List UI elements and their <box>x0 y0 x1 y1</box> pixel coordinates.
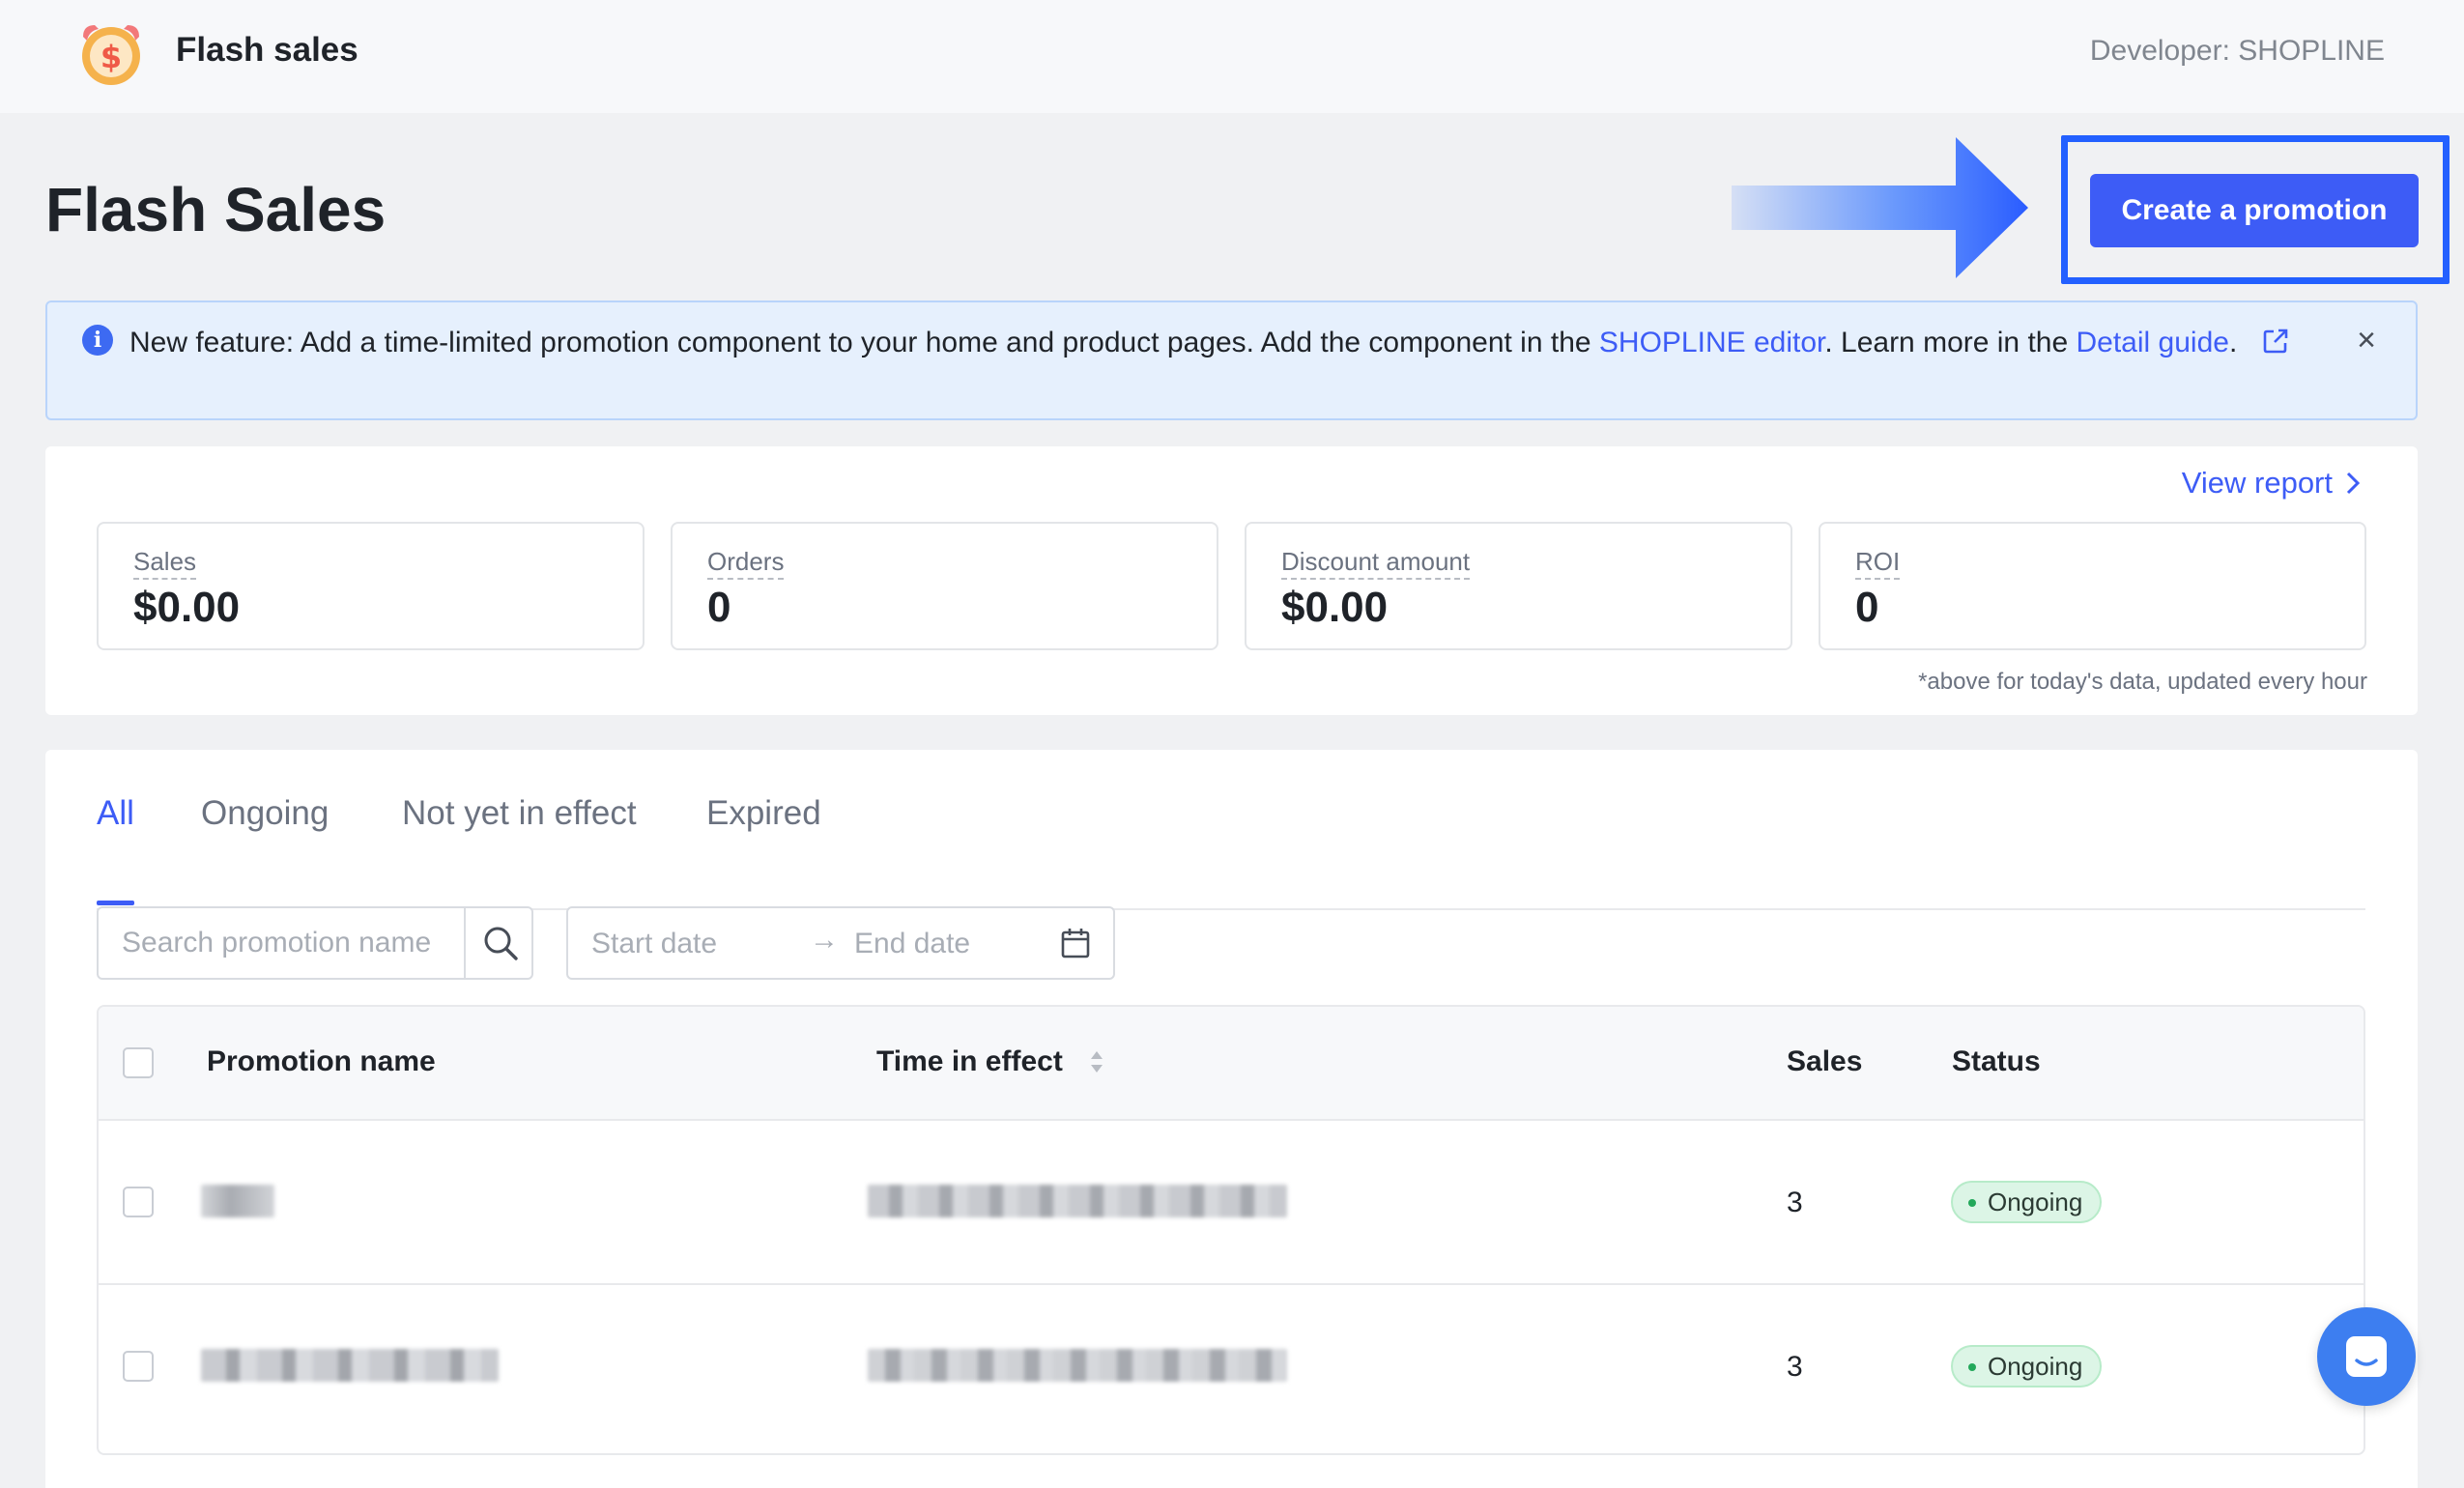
stat-value: $0.00 <box>1281 584 1389 631</box>
notice-text-part-2: . Learn more in the <box>1824 327 2077 358</box>
column-time-in-effect[interactable]: Time in effect <box>876 1045 1105 1078</box>
promotion-name-redacted <box>201 1349 499 1382</box>
chat-icon <box>2346 1336 2387 1377</box>
stat-discount-amount: Discount amount $0.00 <box>1245 522 1792 650</box>
tab-expired[interactable]: Expired <box>706 794 821 908</box>
top-bar: $ Flash sales Developer: SHOPLINE <box>0 0 2464 113</box>
sales-value: 3 <box>1787 1187 1803 1218</box>
column-promotion-name: Promotion name <box>207 1045 436 1077</box>
status-tabs: All Ongoing Not yet in effect Expired <box>97 794 2365 910</box>
stat-value: $0.00 <box>133 584 241 631</box>
tab-not-yet-in-effect[interactable]: Not yet in effect <box>402 794 637 908</box>
column-time-in-effect-label: Time in effect <box>876 1045 1063 1077</box>
stat-roi: ROI 0 <box>1819 522 2366 650</box>
search-input[interactable] <box>99 908 466 978</box>
tab-ongoing[interactable]: Ongoing <box>201 794 329 908</box>
stat-label: Orders <box>707 547 785 580</box>
select-all-checkbox[interactable] <box>123 1047 154 1078</box>
table-header: Promotion name Time in effect Sales Stat… <box>99 1007 2364 1121</box>
info-icon: i <box>82 325 113 356</box>
stat-label: Discount amount <box>1281 547 1471 580</box>
promotions-table: Promotion name Time in effect Sales Stat… <box>97 1005 2365 1455</box>
app-name: Flash sales <box>176 31 358 69</box>
alarm-clock-dollar-icon: $ <box>82 25 140 85</box>
developer-label: Developer: SHOPLINE <box>2089 35 2385 67</box>
stat-label: ROI <box>1855 547 1901 580</box>
promotion-name-redacted <box>201 1185 274 1217</box>
column-status: Status <box>1952 1045 2041 1077</box>
notice-text: New feature: Add a time-limited promotio… <box>129 322 2323 363</box>
close-icon[interactable]: × <box>2352 324 2381 357</box>
create-promotion-button[interactable]: Create a promotion <box>2090 174 2419 247</box>
search-button[interactable] <box>468 908 533 978</box>
row-checkbox[interactable] <box>123 1351 154 1382</box>
start-date-placeholder[interactable]: Start date <box>591 928 717 960</box>
feature-notice: i New feature: Add a time-limited promot… <box>45 300 2418 420</box>
table-row[interactable]: 3 Ongoing <box>99 1121 2364 1285</box>
view-report-link[interactable]: View report <box>2182 466 2360 501</box>
stats-card: View report Sales $0.00 Orders 0 Discoun… <box>45 446 2418 715</box>
shopline-editor-link[interactable]: SHOPLINE editor <box>1599 327 1824 358</box>
stat-sales: Sales $0.00 <box>97 522 645 650</box>
stat-orders: Orders 0 <box>671 522 1218 650</box>
search-icon <box>484 927 518 960</box>
chevron-right-icon <box>2346 472 2360 495</box>
row-checkbox[interactable] <box>123 1187 154 1217</box>
table-row[interactable]: 3 Ongoing <box>99 1285 2364 1449</box>
promotions-card: All Ongoing Not yet in effect Expired St… <box>45 750 2418 1488</box>
time-in-effect-redacted <box>868 1185 1287 1217</box>
detail-guide-link[interactable]: Detail guide <box>2077 327 2229 358</box>
page-title: Flash Sales <box>45 175 387 244</box>
chat-support-button[interactable] <box>2317 1307 2416 1406</box>
sort-icon[interactable] <box>1088 1048 1105 1075</box>
time-in-effect-redacted <box>868 1349 1287 1382</box>
search-box <box>97 906 533 980</box>
notice-text-part-1: New feature: Add a time-limited promotio… <box>129 327 1599 358</box>
tab-all[interactable]: All <box>97 794 134 908</box>
status-badge: Ongoing <box>1951 1345 2103 1388</box>
date-range-picker[interactable]: Start date → End date <box>566 906 1115 980</box>
calendar-icon[interactable] <box>1061 928 1090 959</box>
date-range-arrow-icon: → <box>810 924 839 956</box>
notice-text-part-3: . <box>2228 327 2238 358</box>
status-badge: Ongoing <box>1951 1181 2103 1223</box>
svg-text:$: $ <box>100 39 122 75</box>
external-link-icon[interactable] <box>2261 327 2290 356</box>
view-report-label: View report <box>2181 466 2333 500</box>
annotation-arrow-icon <box>1732 137 2028 278</box>
column-sales: Sales <box>1787 1045 1863 1077</box>
stat-value: 0 <box>1855 584 1879 631</box>
stat-label: Sales <box>133 547 197 580</box>
end-date-placeholder[interactable]: End date <box>854 928 970 960</box>
sales-value: 3 <box>1787 1351 1803 1383</box>
stats-note: *above for today's data, updated every h… <box>1918 669 2367 695</box>
stat-value: 0 <box>707 584 731 631</box>
